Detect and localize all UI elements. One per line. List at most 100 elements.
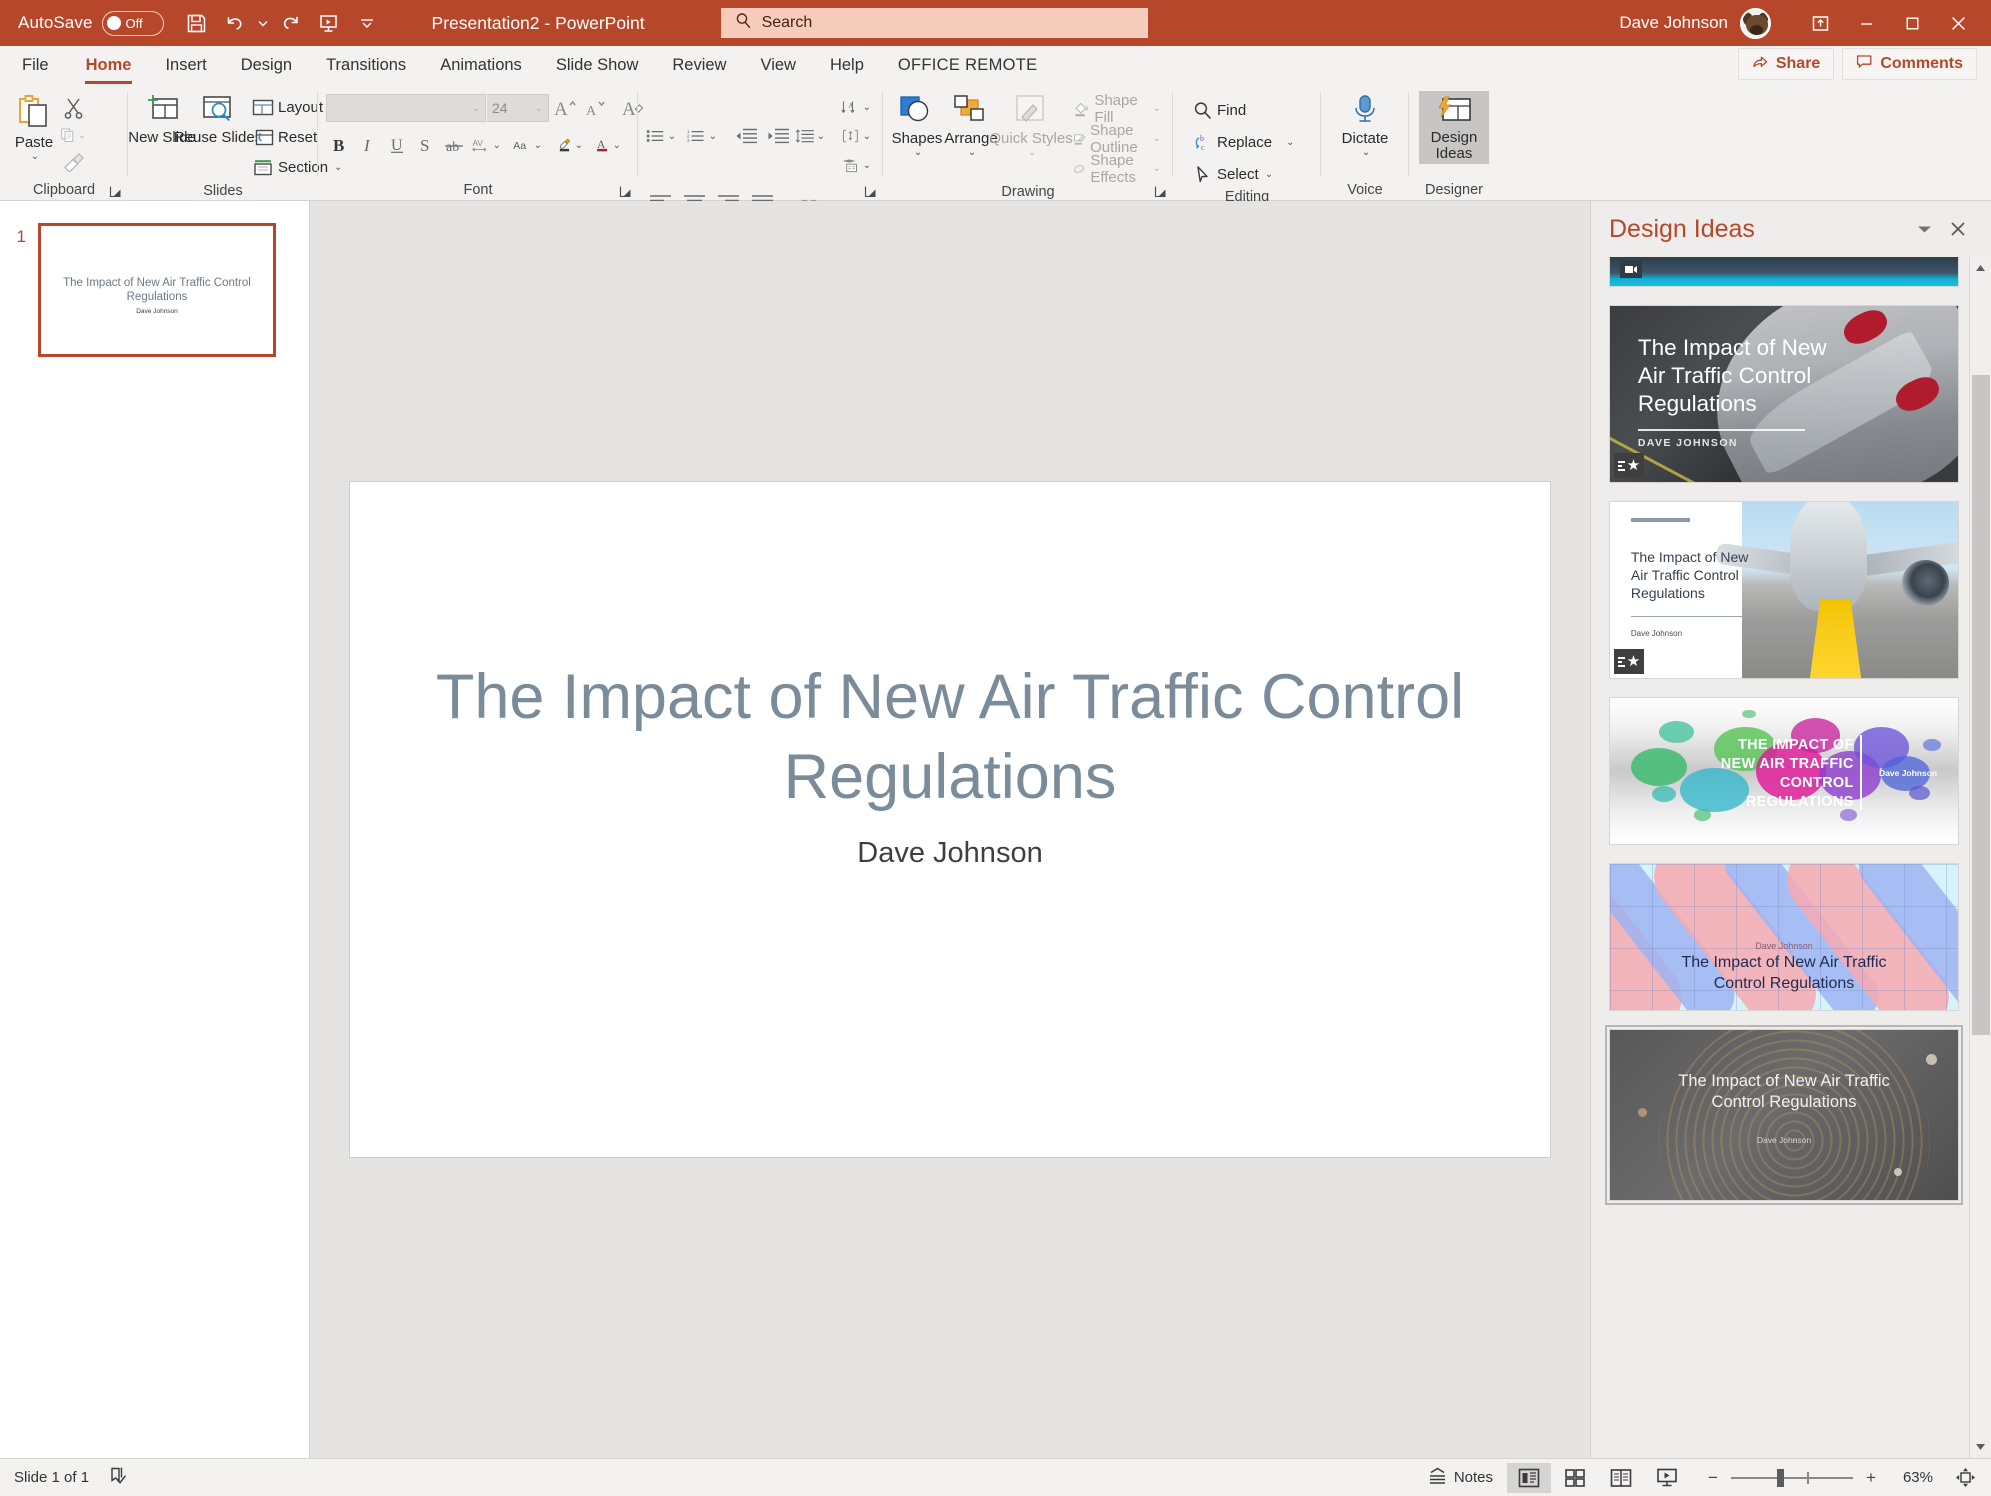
zoom-slider-thumb[interactable] xyxy=(1777,1468,1784,1487)
shape-effects-button[interactable]: Shape Effects ⌄ xyxy=(1069,152,1165,186)
share-button[interactable]: Share xyxy=(1737,48,1835,80)
close-icon[interactable] xyxy=(1941,214,1975,244)
zoom-level-label[interactable]: 63% xyxy=(1889,1469,1933,1486)
slide-title-placeholder[interactable]: The Impact of New Air Traffic Control Re… xyxy=(430,657,1470,817)
tab-review[interactable]: Review xyxy=(655,46,743,84)
numbering-dropdown-icon[interactable]: ⌄ xyxy=(709,131,717,142)
font-color-icon[interactable]: A ⌄ xyxy=(595,132,621,158)
select-button[interactable]: Select ⌄ xyxy=(1189,160,1298,189)
comments-button[interactable]: Comments xyxy=(1842,48,1977,80)
character-spacing-icon[interactable]: AV ⌄ xyxy=(471,132,501,158)
customize-quick-access-toolbar-icon[interactable] xyxy=(348,6,386,40)
cut-icon[interactable] xyxy=(60,95,86,121)
reuse-slides-button[interactable]: Reuse Slides xyxy=(174,91,262,146)
italic-icon[interactable]: I xyxy=(355,132,381,158)
scroll-down-icon[interactable] xyxy=(1970,1436,1991,1458)
text-direction-dropdown-icon[interactable]: ⌄ xyxy=(863,102,871,113)
slide-editor[interactable]: The Impact of New Air Traffic Control Re… xyxy=(350,482,1550,1157)
ribbon-display-options-icon[interactable] xyxy=(1797,2,1843,44)
reading-view-icon[interactable] xyxy=(1599,1463,1643,1493)
maximize-icon[interactable] xyxy=(1889,2,1935,44)
bullets-dropdown-icon[interactable]: ⌄ xyxy=(668,131,676,142)
character-spacing-dropdown-icon[interactable]: ⌄ xyxy=(493,140,501,151)
design-ideas-button[interactable]: Design Ideas xyxy=(1419,91,1489,164)
design-idea-card-5[interactable]: The Impact of New Air Traffic Control Re… xyxy=(1605,1025,1963,1205)
zoom-slider[interactable] xyxy=(1731,1468,1853,1487)
slide-canvas[interactable]: The Impact of New Air Traffic Control Re… xyxy=(310,201,1590,1458)
notes-button[interactable]: Notes xyxy=(1423,1467,1505,1489)
paste-dropdown-icon[interactable]: ⌄ xyxy=(31,151,39,162)
text-highlight-color-icon[interactable]: ⌄ xyxy=(557,132,583,158)
font-name-input[interactable]: ⌄ xyxy=(326,94,486,122)
chevron-down-icon[interactable] xyxy=(1907,214,1941,244)
slide-counter[interactable]: Slide 1 of 1 xyxy=(14,1469,89,1486)
convert-to-smartart-dropdown-icon[interactable]: ⌄ xyxy=(863,160,871,171)
copy-dropdown-icon[interactable]: ⌄ xyxy=(78,130,86,141)
tab-slide-show[interactable]: Slide Show xyxy=(539,46,656,84)
tab-view[interactable]: View xyxy=(743,46,812,84)
avatar[interactable] xyxy=(1740,7,1771,39)
tab-office-remote[interactable]: OFFICE REMOTE xyxy=(881,46,1055,84)
drawing-dialog-launcher[interactable] xyxy=(1153,184,1167,198)
shape-outline-dropdown-icon[interactable]: ⌄ xyxy=(1153,133,1161,144)
minimize-icon[interactable] xyxy=(1843,2,1889,44)
quick-styles-button[interactable]: Quick Styles ⌄ xyxy=(989,91,1073,158)
undo-dropdown-icon[interactable] xyxy=(254,20,272,27)
accessibility-checker-icon[interactable] xyxy=(109,1466,130,1490)
design-idea-card-2[interactable]: The Impact of New Air Traffic Control Re… xyxy=(1609,501,1959,679)
close-icon[interactable] xyxy=(1935,2,1981,44)
paste-button[interactable]: Paste ⌄ xyxy=(8,91,60,162)
font-dialog-launcher[interactable] xyxy=(618,184,632,198)
shape-outline-button[interactable]: Shape Outline ⌄ xyxy=(1069,122,1165,156)
decrease-indent-icon[interactable] xyxy=(731,123,761,149)
slide-subtitle-placeholder[interactable]: Dave Johnson xyxy=(430,837,1470,870)
zoom-out-button[interactable]: − xyxy=(1705,1468,1721,1488)
format-painter-icon[interactable] xyxy=(60,149,86,175)
scrollbar-track[interactable] xyxy=(1969,279,1991,1436)
tab-file[interactable]: File xyxy=(0,46,69,84)
zoom-in-button[interactable]: + xyxy=(1863,1468,1879,1488)
scrollbar-thumb[interactable] xyxy=(1971,375,1990,1035)
slide-sorter-view-icon[interactable] xyxy=(1553,1463,1597,1493)
paragraph-dialog-launcher[interactable] xyxy=(863,184,877,198)
shape-effects-dropdown-icon[interactable]: ⌄ xyxy=(1153,163,1161,174)
change-case-dropdown-icon[interactable]: ⌄ xyxy=(534,140,542,151)
increase-font-size-icon[interactable]: A xyxy=(550,95,580,121)
find-button[interactable]: Find xyxy=(1189,96,1298,125)
dictate-button[interactable]: Dictate ⌄ xyxy=(1337,91,1394,158)
text-shadow-icon[interactable]: S xyxy=(413,132,439,158)
change-case-icon[interactable]: Aa ⌄ xyxy=(512,132,542,158)
line-spacing-icon[interactable]: ⌄ xyxy=(795,123,825,149)
clipboard-dialog-launcher[interactable] xyxy=(108,184,122,198)
undo-icon[interactable] xyxy=(216,6,254,40)
design-idea-card-0[interactable] xyxy=(1609,257,1959,287)
line-spacing-dropdown-icon[interactable]: ⌄ xyxy=(817,131,825,142)
quick-styles-dropdown-icon[interactable]: ⌄ xyxy=(1028,147,1036,158)
save-icon[interactable] xyxy=(178,6,216,40)
design-idea-card-1[interactable]: The Impact of New Air Traffic Control Re… xyxy=(1609,305,1959,483)
font-color-dropdown-icon[interactable]: ⌄ xyxy=(613,140,621,151)
slide-thumbnail-pane[interactable]: 1 The Impact of New Air Traffic Control … xyxy=(0,201,310,1458)
shape-fill-dropdown-icon[interactable]: ⌄ xyxy=(1153,103,1161,114)
select-dropdown-icon[interactable]: ⌄ xyxy=(1265,169,1273,180)
autosave-toggle[interactable]: Off xyxy=(101,10,164,36)
shapes-dropdown-icon[interactable]: ⌄ xyxy=(914,147,922,158)
start-slideshow-icon[interactable] xyxy=(310,6,348,40)
design-ideas-list[interactable]: The Impact of New Air Traffic Control Re… xyxy=(1591,257,1969,1458)
align-text-icon[interactable]: ⌄ xyxy=(841,123,871,149)
font-size-input[interactable]: 24 ⌄ xyxy=(487,94,549,122)
shapes-button[interactable]: Shapes ⌄ xyxy=(891,91,943,158)
text-highlight-dropdown-icon[interactable]: ⌄ xyxy=(575,140,583,151)
tab-help[interactable]: Help xyxy=(813,46,881,84)
slide-thumbnail-1[interactable]: The Impact of New Air Traffic Control Re… xyxy=(38,223,276,357)
decrease-font-size-icon[interactable]: A xyxy=(581,95,611,121)
arrange-button[interactable]: Arrange ⌄ xyxy=(944,91,998,158)
redo-icon[interactable] xyxy=(272,6,310,40)
align-text-dropdown-icon[interactable]: ⌄ xyxy=(863,131,871,142)
tab-insert[interactable]: Insert xyxy=(148,46,223,84)
slide-show-view-icon[interactable] xyxy=(1645,1463,1689,1493)
search-input[interactable]: Search xyxy=(720,8,1148,38)
underline-icon[interactable]: U xyxy=(384,132,410,158)
bold-icon[interactable]: B xyxy=(326,132,352,158)
convert-to-smartart-icon[interactable]: ⌄ xyxy=(841,152,871,178)
